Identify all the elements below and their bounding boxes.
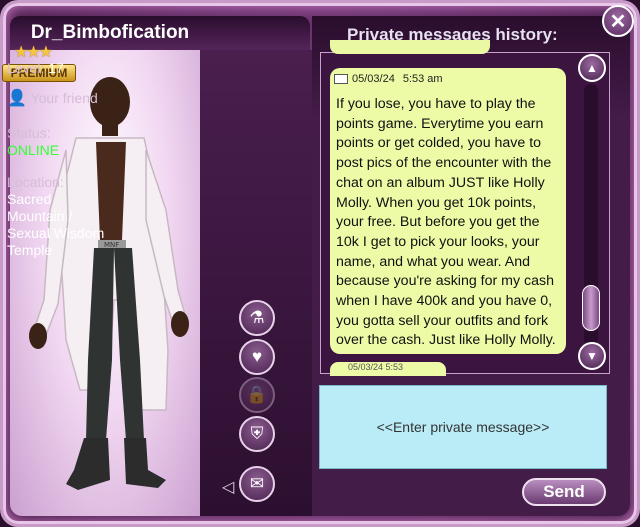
close-button[interactable]: ✕ (602, 5, 634, 37)
location-label: Location: (7, 174, 64, 190)
previous-message-partial (330, 40, 490, 54)
perfume-icon[interactable]: ⚗ (239, 300, 275, 336)
message-meta: 05/03/24 5:53 am (334, 73, 443, 85)
message-text: If you lose, you have to play the points… (336, 96, 556, 349)
next-message-partial: 05/03/24 5:53 (330, 362, 446, 376)
private-message-input[interactable]: <<Enter private message>> (319, 385, 607, 469)
back-arrow-icon[interactable]: ◁ (222, 477, 234, 497)
scroll-down-button[interactable]: ▼ (578, 342, 606, 370)
level-row: Level: 17 (7, 60, 64, 77)
shield-icon[interactable]: ⛨ (239, 416, 275, 452)
premium-stars-icon: ★★★ (14, 44, 53, 61)
username: Dr_Bimbofication (30, 22, 190, 43)
status-value: ONLINE (7, 142, 60, 158)
location-value: Sacred Mountain / Sexual Wisdom Temple (7, 191, 105, 258)
level-label: Level: (7, 60, 45, 76)
close-icon: ✕ (609, 10, 627, 33)
scrollbar-thumb[interactable] (582, 285, 600, 331)
mail-icon[interactable]: ✉ (239, 466, 275, 502)
house-heart-icon[interactable]: ♥ (239, 339, 275, 375)
level-value: 17 (48, 60, 64, 76)
input-placeholder: <<Enter private message>> (376, 419, 550, 435)
message-date: 05/03/24 (352, 73, 395, 85)
scroll-up-button[interactable]: ▲ (578, 54, 606, 82)
send-button[interactable]: Send (522, 478, 606, 506)
person-icon: 👤 (7, 90, 27, 107)
triangle-up-icon: ▲ (586, 61, 598, 75)
triangle-down-icon: ▼ (586, 349, 598, 363)
message-time: 5:53 am (402, 73, 443, 85)
friend-label: Your friend (30, 90, 98, 106)
friend-row: 👤 Your friend (7, 90, 98, 107)
lock-icon: 🔒 (239, 377, 275, 413)
envelope-icon (334, 74, 348, 84)
status-label: Status: (7, 125, 51, 141)
